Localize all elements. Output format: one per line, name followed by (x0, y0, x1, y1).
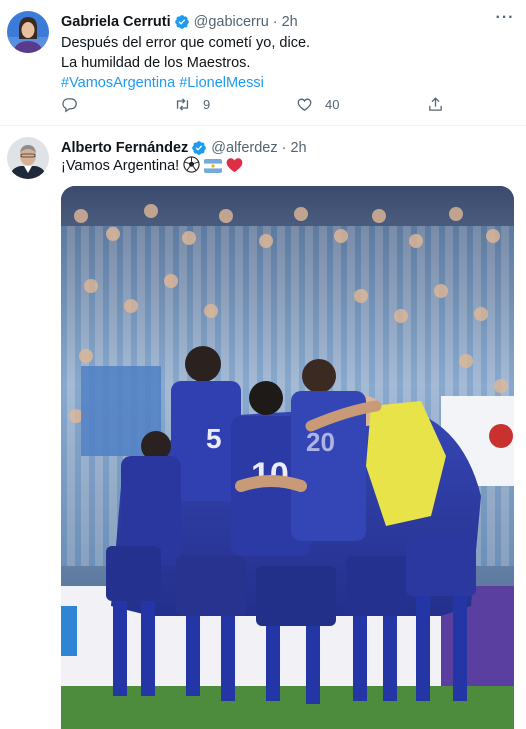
tweet-photo[interactable]: 5 10 20 (61, 186, 514, 729)
tweet-text: Después del error que cometí yo, dice. L… (61, 33, 310, 93)
tweet-text: ¡Vamos Argentina! (61, 156, 243, 176)
red-heart-icon (226, 158, 243, 173)
argentina-flag-icon (204, 159, 223, 173)
author-name[interactable]: Gabriela Cerruti (61, 14, 171, 30)
verified-badge-icon (174, 15, 189, 29)
avatar[interactable] (7, 11, 49, 53)
author-handle[interactable]: @alferdez (211, 140, 277, 156)
svg-text:20: 20 (306, 427, 335, 457)
timestamp[interactable]: 2h (282, 14, 298, 30)
like-button[interactable]: 40 (296, 94, 339, 114)
author-name[interactable]: Alberto Fernández (61, 140, 188, 156)
author-handle[interactable]: @gabicerru (194, 14, 269, 30)
tweet-text-line: La humildad de los Maestros. (61, 55, 251, 71)
retweet-button[interactable]: 9 (174, 94, 210, 114)
share-button[interactable] (427, 94, 444, 114)
tweet-header: Alberto Fernández @alferdez · 2h (61, 138, 307, 158)
svg-text:5: 5 (206, 423, 222, 454)
reply-button[interactable] (61, 94, 78, 114)
like-count: 40 (325, 96, 340, 112)
tweet-header: Gabriela Cerruti @gabicerru · 2h (61, 12, 298, 32)
tweet[interactable]: Gabriela Cerruti @gabicerru · 2h ··· Des… (0, 0, 526, 126)
hashtags-line: #VamosArgentina #LionelMessi (61, 73, 310, 93)
retweet-count: 9 (203, 96, 211, 112)
heart-icon (297, 98, 312, 111)
tweet-actions: 9 40 (61, 94, 461, 114)
timestamp[interactable]: 2h (290, 140, 306, 156)
separator-dot: · (281, 140, 287, 156)
hashtag-link[interactable]: #VamosArgentina (61, 75, 175, 91)
tweet-text-content: ¡Vamos Argentina! (61, 158, 180, 174)
share-icon (429, 96, 442, 111)
hashtag-link[interactable]: #LionelMessi (179, 75, 264, 91)
more-options-icon[interactable]: ··· (494, 10, 516, 26)
tweet-text-line: ¡Vamos Argentina! (61, 156, 243, 176)
retweet-icon (176, 97, 189, 111)
tweet-text-line: Después del error que cometí yo, dice. (61, 35, 311, 51)
reply-icon (62, 97, 77, 112)
verified-badge-icon (192, 141, 207, 155)
separator-dot: · (272, 14, 278, 30)
avatar[interactable] (7, 137, 49, 179)
soccer-ball-icon (183, 156, 200, 173)
tweet[interactable]: Alberto Fernández @alferdez · 2h ¡Vamos … (0, 126, 526, 729)
team-celebration-photo: 5 10 20 (61, 186, 514, 729)
